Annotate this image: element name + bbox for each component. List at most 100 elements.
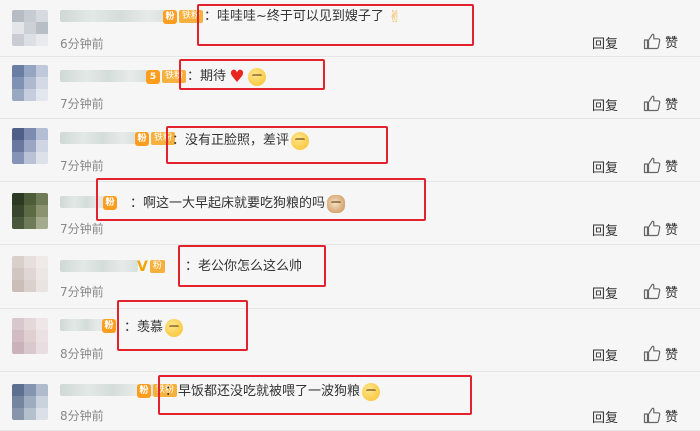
timestamp: 7分钟前: [60, 159, 104, 173]
avatar-pixel: [24, 193, 36, 205]
thumbs-up-icon: [643, 220, 661, 237]
highlight-box: [166, 126, 388, 164]
thumbs-up-icon: [643, 345, 661, 362]
avatar[interactable]: [12, 128, 48, 164]
reply-button[interactable]: 回复: [592, 407, 618, 426]
avatar-pixel: [12, 65, 24, 77]
avatar[interactable]: [12, 193, 48, 229]
vip-icon: V: [137, 258, 148, 275]
avatar[interactable]: [12, 10, 48, 46]
thumbs-up-icon: [643, 95, 661, 112]
avatar-pixel: [36, 268, 48, 280]
like-label: 赞: [665, 223, 679, 238]
avatar-pixel: [12, 408, 24, 420]
reply-button[interactable]: 回复: [592, 33, 618, 52]
avatar-pixel: [36, 140, 48, 152]
avatar-pixel: [12, 193, 24, 205]
avatar-pixel: [36, 408, 48, 420]
like-button[interactable]: 赞: [643, 219, 678, 238]
timestamp: 8分钟前: [60, 409, 104, 423]
reply-button[interactable]: 回复: [592, 220, 618, 239]
comment-item: V 粉：老公你怎么这么帅 7分钟前 回复赞: [0, 245, 700, 309]
avatar-pixel: [36, 384, 48, 396]
thumbs-up-icon: [643, 407, 661, 424]
username-blurred[interactable]: [60, 10, 170, 22]
comment-item: 5 铁粉 ：期待 ♥ 7分钟前 回复赞: [0, 57, 700, 119]
avatar-pixel: [24, 396, 36, 408]
avatar-pixel: [36, 217, 48, 229]
reply-button[interactable]: 回复: [592, 157, 618, 176]
avatar-pixel: [24, 65, 36, 77]
highlight-box: [179, 59, 325, 90]
timestamp: 7分钟前: [60, 97, 104, 111]
avatar-pixel: [12, 22, 24, 34]
like-button[interactable]: 赞: [643, 282, 678, 301]
like-button[interactable]: 赞: [643, 156, 678, 175]
avatar-pixel: [24, 128, 36, 140]
avatar-pixel: [36, 205, 48, 217]
thumbs-up-icon: [643, 33, 661, 50]
avatar-pixel: [12, 318, 24, 330]
username-blurred[interactable]: [60, 319, 108, 331]
avatar-pixel: [24, 330, 36, 342]
avatar-pixel: [36, 34, 48, 46]
thumbs-up-icon: [643, 283, 661, 300]
fan-level-icon: 粉: [137, 383, 151, 398]
avatar-pixel: [36, 342, 48, 354]
avatar-pixel: [24, 34, 36, 46]
avatar-pixel: [24, 280, 36, 292]
like-button[interactable]: 赞: [643, 406, 678, 425]
avatar-pixel: [12, 256, 24, 268]
avatar-pixel: [36, 152, 48, 164]
avatar-pixel: [12, 140, 24, 152]
like-label: 赞: [665, 348, 679, 363]
avatar-pixel: [36, 10, 48, 22]
comment-item: 粉：羡慕 8分钟前 回复赞: [0, 300, 700, 372]
like-label: 赞: [665, 36, 679, 51]
avatar-pixel: [24, 342, 36, 354]
highlight-box: [158, 375, 472, 415]
reply-button[interactable]: 回复: [592, 283, 618, 302]
username-blurred[interactable]: [60, 260, 138, 272]
comment-item: 粉：啊这一大早起床就要吃狗粮的吗 7分钟前 回复赞: [0, 178, 700, 245]
like-button[interactable]: 赞: [643, 94, 678, 113]
avatar-pixel: [12, 384, 24, 396]
reply-button[interactable]: 回复: [592, 345, 618, 364]
avatar-pixel: [12, 77, 24, 89]
avatar-pixel: [12, 396, 24, 408]
avatar[interactable]: [12, 318, 48, 354]
avatar[interactable]: [12, 65, 48, 101]
avatar[interactable]: [12, 256, 48, 292]
reply-button[interactable]: 回复: [592, 95, 618, 114]
thumbs-up-icon: [643, 157, 661, 174]
fan-badge-label: 粉: [149, 260, 165, 273]
avatar-pixel: [24, 152, 36, 164]
avatar-pixel: [36, 89, 48, 101]
avatar-pixel: [24, 268, 36, 280]
avatar-pixel: [36, 77, 48, 89]
like-label: 赞: [665, 160, 679, 175]
username-blurred[interactable]: [60, 70, 148, 82]
like-button[interactable]: 赞: [643, 32, 678, 51]
avatar-pixel: [36, 193, 48, 205]
fan-badge: V粉: [137, 259, 165, 274]
highlight-box: [96, 178, 426, 221]
fan-level-icon: 粉: [102, 318, 116, 333]
avatar-pixel: [12, 128, 24, 140]
comment-list: 粉铁粉 ：哇哇哇~终于可以见到嫂子了 ✌ 6分钟前 回复赞 5 铁粉 ：期待 ♥ 7分钟前 回复赞粉…: [0, 0, 700, 431]
avatar-pixel: [36, 396, 48, 408]
avatar[interactable]: [12, 384, 48, 420]
avatar-pixel: [36, 280, 48, 292]
like-button[interactable]: 赞: [643, 344, 678, 363]
avatar-pixel: [24, 22, 36, 34]
avatar-pixel: [12, 89, 24, 101]
fan-badge: 粉: [102, 318, 116, 333]
like-label: 赞: [665, 410, 679, 425]
fan-level-icon: 5: [146, 69, 160, 84]
avatar-pixel: [12, 205, 24, 217]
avatar-pixel: [24, 205, 36, 217]
avatar-pixel: [36, 256, 48, 268]
comment-item: 粉铁粉 ：哇哇哇~终于可以见到嫂子了 ✌ 6分钟前 回复赞: [0, 0, 700, 57]
username-blurred[interactable]: [60, 132, 138, 144]
avatar-pixel: [24, 10, 36, 22]
